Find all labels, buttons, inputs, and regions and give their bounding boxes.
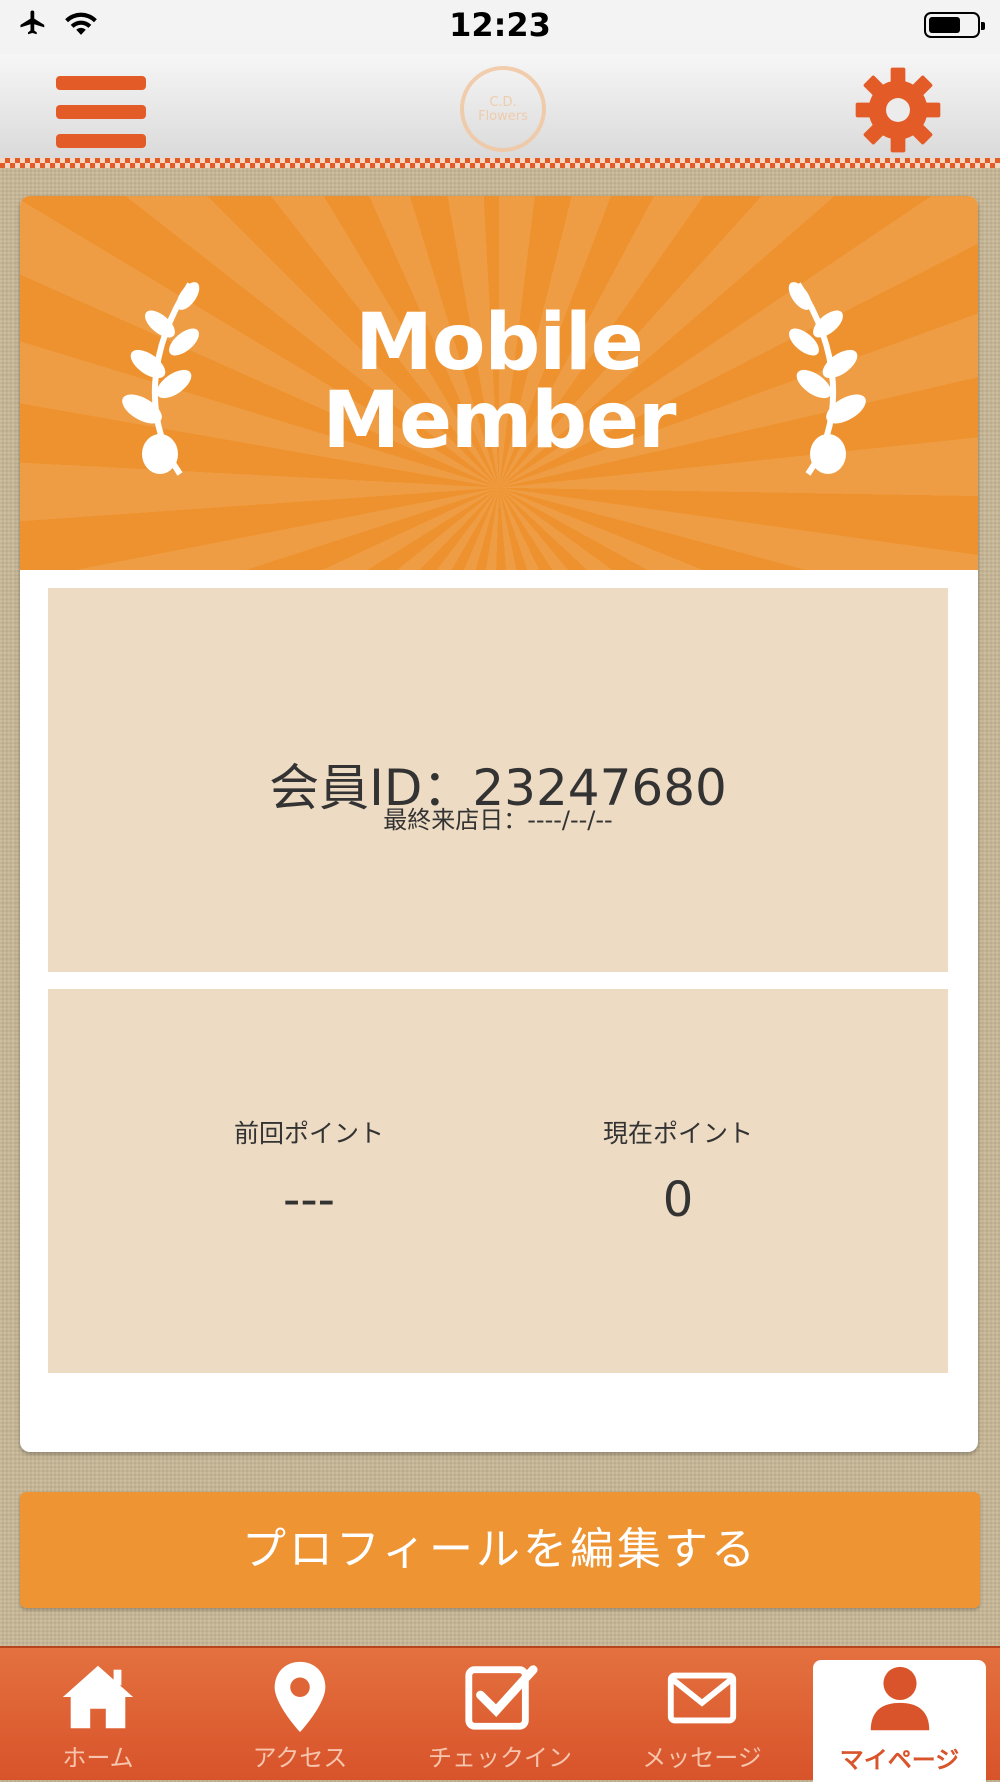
envelope-icon: [667, 1672, 737, 1724]
tab-bar: ホーム アクセス チェックイン メッセージ マイページ: [0, 1646, 1000, 1782]
checkbox-icon: [465, 1665, 538, 1730]
last-visit-date: 最終来店日：----/--/--: [383, 806, 613, 834]
current-points-label: 現在ポイント: [602, 1119, 753, 1148]
tab-checkin-label: チェックイン: [428, 1744, 572, 1772]
tab-home[interactable]: ホーム: [8, 1658, 188, 1780]
person-icon: [870, 1666, 929, 1731]
tab-message-label: メッセージ: [642, 1744, 762, 1772]
app-logo: C.D. Flowers: [460, 66, 546, 152]
points-panel: 前回ポイント --- 現在ポイント 0: [48, 989, 948, 1373]
tab-checkin[interactable]: チェックイン: [410, 1658, 590, 1780]
tab-mypage-label: マイページ: [839, 1746, 960, 1774]
member-card: Mobile Member 会員ID：23247680 最終来店日：----/-…: [20, 196, 978, 1452]
gear-icon[interactable]: [852, 64, 944, 156]
map-pin-icon: [274, 1661, 326, 1733]
current-points-value: 0: [662, 1172, 694, 1228]
tab-home-label: ホーム: [62, 1744, 134, 1772]
tab-mypage[interactable]: マイページ: [813, 1660, 986, 1782]
status-time: 12:23: [449, 6, 551, 44]
laurel-icon: [788, 282, 866, 476]
tab-message[interactable]: メッセージ: [612, 1658, 792, 1780]
tab-access-label: アクセス: [252, 1744, 348, 1772]
previous-points: 前回ポイント ---: [48, 1114, 498, 1228]
app-header: C.D. Flowers: [0, 54, 1000, 162]
menu-button[interactable]: [56, 74, 146, 150]
edit-profile-button[interactable]: プロフィールを編集する: [20, 1492, 980, 1608]
tab-access[interactable]: アクセス: [210, 1658, 390, 1780]
battery-icon: [924, 12, 985, 38]
home-icon: [62, 1665, 134, 1729]
header-border: [0, 158, 1000, 168]
member-id-panel: 会員ID：23247680 最終来店日：----/--/--: [48, 588, 948, 972]
status-bar: 12:23: [0, 0, 1000, 54]
logo-text: C.D. Flowers: [478, 95, 528, 125]
member-banner: Mobile Member: [20, 196, 978, 570]
current-points: 現在ポイント 0: [498, 1114, 948, 1228]
